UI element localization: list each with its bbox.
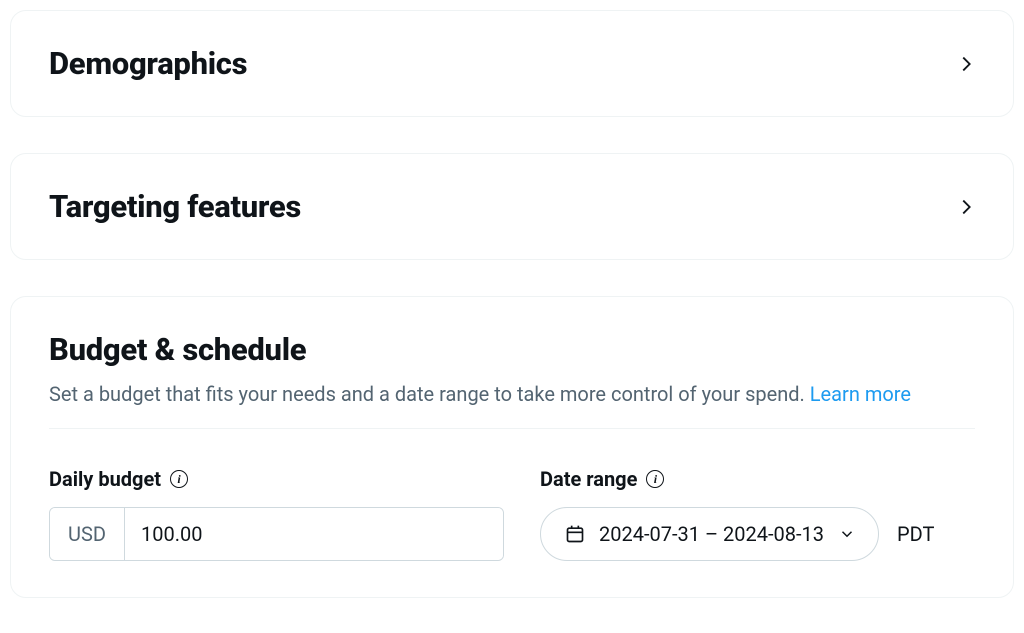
targeting-features-card[interactable]: Targeting features — [10, 153, 1014, 260]
budget-schedule-title: Budget & schedule — [49, 331, 975, 368]
date-range-label-row: Date range i — [540, 467, 975, 491]
learn-more-link[interactable]: Learn more — [810, 382, 911, 406]
budget-subtitle-text: Set a budget that fits your needs and a … — [49, 382, 810, 406]
daily-budget-field: Daily budget i USD — [49, 467, 504, 561]
daily-budget-input[interactable] — [125, 508, 503, 560]
divider — [49, 428, 975, 429]
chevron-down-icon — [838, 525, 856, 543]
daily-budget-label-row: Daily budget i — [49, 467, 504, 491]
demographics-card[interactable]: Demographics — [10, 10, 1014, 117]
budget-schedule-card: Budget & schedule Set a budget that fits… — [10, 296, 1014, 598]
date-range-label: Date range — [540, 467, 637, 491]
daily-budget-label: Daily budget — [49, 467, 161, 491]
budget-schedule-subtitle: Set a budget that fits your needs and a … — [49, 380, 975, 408]
chevron-right-icon — [955, 53, 977, 75]
info-icon[interactable]: i — [646, 470, 664, 488]
date-range-button[interactable]: 2024-07-31 – 2024-08-13 — [540, 507, 879, 561]
timezone-label: PDT — [897, 522, 934, 546]
info-icon[interactable]: i — [170, 470, 188, 488]
field-row: Daily budget i USD Date range i — [49, 467, 975, 561]
date-range-field: Date range i 2024-07-31 – 2024-08-13 — [540, 467, 975, 561]
demographics-title: Demographics — [49, 45, 247, 82]
calendar-icon — [565, 524, 585, 544]
currency-prefix: USD — [50, 508, 125, 560]
date-range-row: 2024-07-31 – 2024-08-13 PDT — [540, 507, 975, 561]
date-range-value: 2024-07-31 – 2024-08-13 — [599, 522, 824, 546]
targeting-features-title: Targeting features — [49, 188, 301, 225]
chevron-right-icon — [955, 196, 977, 218]
daily-budget-input-group: USD — [49, 507, 504, 561]
